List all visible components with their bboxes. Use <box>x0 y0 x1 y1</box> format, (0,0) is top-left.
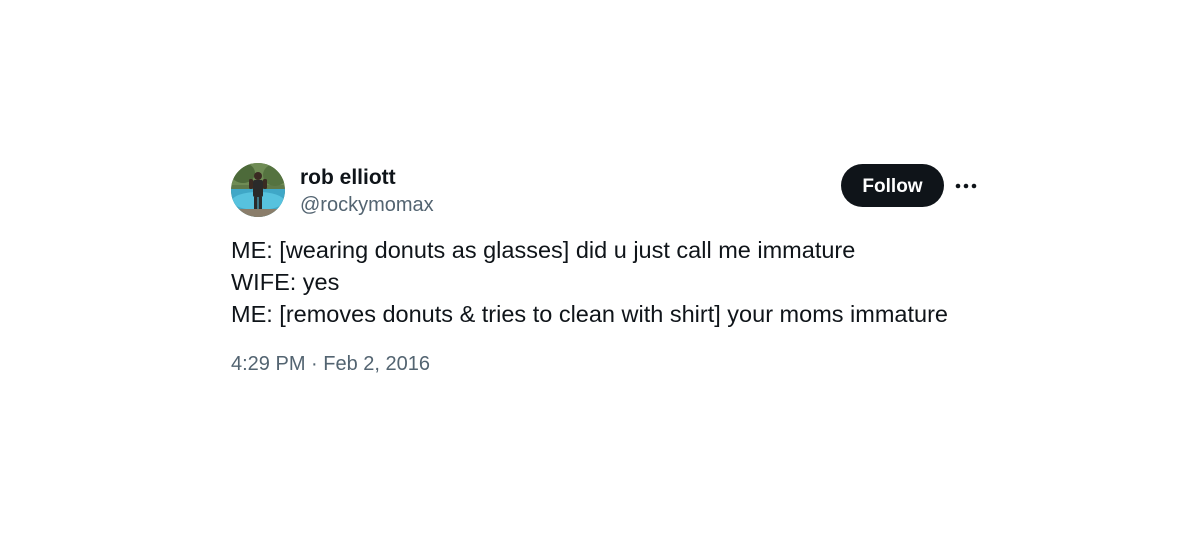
follow-button[interactable]: Follow <box>841 164 944 207</box>
tweet-card: rob elliott @rockymomax Follow ME: [wear… <box>231 163 981 378</box>
tweet-text: ME: [wearing donuts as glasses] did u ju… <box>231 234 981 330</box>
more-horizontal-icon <box>955 183 977 189</box>
author-display-name[interactable]: rob elliott <box>300 164 434 192</box>
author-names: rob elliott @rockymomax <box>300 164 434 218</box>
timestamp-separator: · <box>305 353 324 375</box>
tweet-line: ME: [wearing donuts as glasses] did u ju… <box>231 237 856 263</box>
tweet-date[interactable]: Feb 2, 2016 <box>323 353 430 375</box>
tweet-line: WIFE: yes <box>231 269 340 295</box>
author-handle[interactable]: @rockymomax <box>300 192 434 218</box>
more-options-button[interactable] <box>951 171 981 201</box>
tweet-time[interactable]: 4:29 PM <box>231 353 305 375</box>
avatar[interactable] <box>231 163 285 217</box>
tweet-timestamp: 4:29 PM · Feb 2, 2016 <box>231 350 981 378</box>
tweet-line: ME: [removes donuts & tries to clean wit… <box>231 301 948 327</box>
avatar-photo <box>231 163 285 217</box>
tweet-header: rob elliott @rockymomax Follow <box>231 163 981 219</box>
